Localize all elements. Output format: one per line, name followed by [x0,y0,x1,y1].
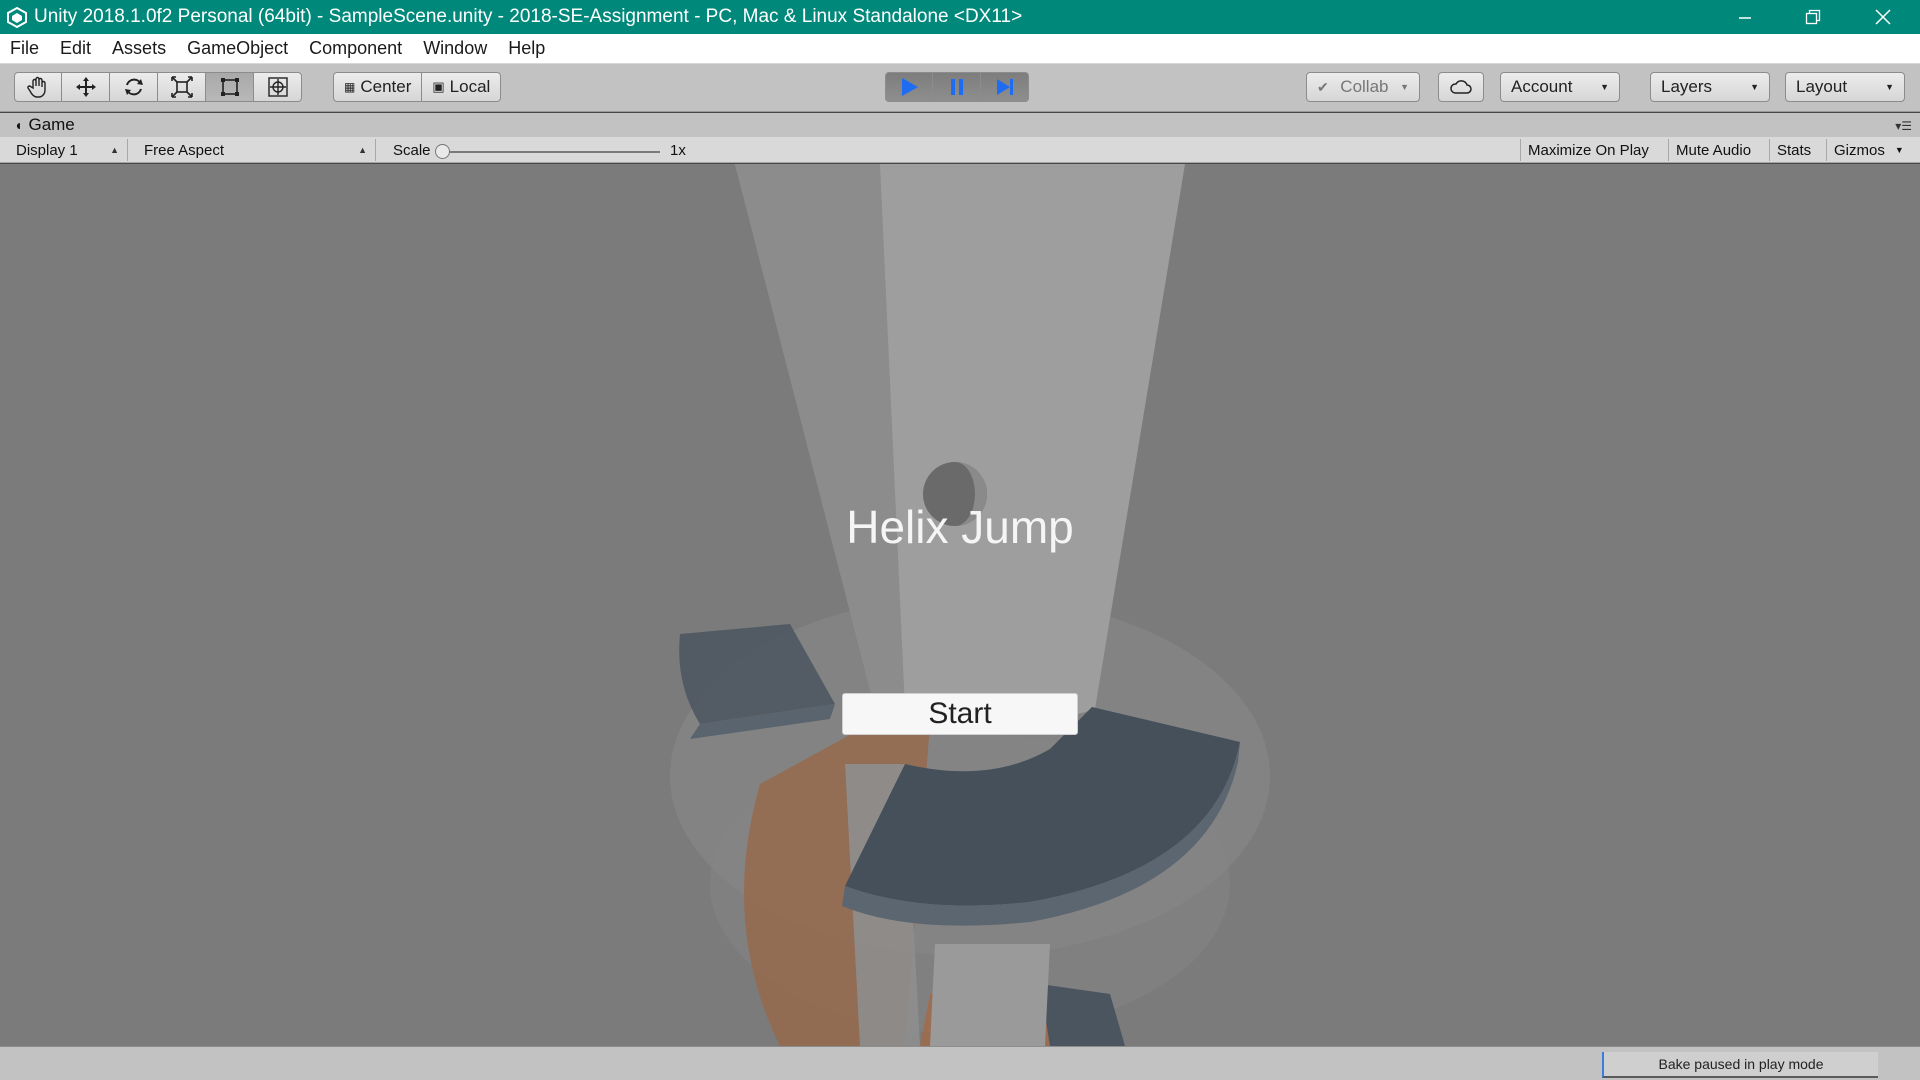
restore-button[interactable] [1778,0,1848,34]
layout-group: Layout ▼ [1785,72,1905,102]
minimize-icon [1739,17,1751,19]
aspect-dropdown[interactable]: Free Aspect ▲ [136,139,376,161]
chevron-down-icon: ▼ [1885,82,1894,92]
rect-tool-button[interactable] [206,72,254,102]
game-tab-bar: ◖ Game ▾☰ [0,113,1920,137]
stats-toggle[interactable]: Stats [1769,139,1818,161]
main-toolbar: ▦ Center ▣ Local ✔ Collab ▼ Account ▼ La… [0,64,1920,112]
menu-window[interactable]: Window [423,38,487,59]
collab-check-icon: ✔ [1317,78,1329,95]
play-controls [885,72,1029,102]
scale-tool-button[interactable] [158,72,206,102]
cloud-group [1438,72,1484,102]
pivot-local-label: Local [449,77,491,96]
collab-group: ✔ Collab ▼ [1306,72,1420,102]
scale-value: 1x [670,141,686,159]
status-bar: Bake paused in play mode [0,1046,1920,1080]
close-button[interactable] [1848,0,1918,34]
window-title: Unity 2018.1.0f2 Personal (64bit) - Samp… [34,6,1023,27]
layers-dropdown[interactable]: Layers ▼ [1650,72,1770,102]
menu-component[interactable]: Component [309,38,402,59]
aspect-label: Free Aspect [144,141,225,159]
display-dropdown[interactable]: Display 1 ▲ [8,139,128,161]
helix-tower-scene [670,164,1270,1046]
cloud-icon [1450,80,1472,94]
tower-pillar-lower [930,944,1050,1046]
layout-dropdown[interactable]: Layout ▼ [1785,72,1905,102]
pause-icon [950,79,963,95]
pause-button[interactable] [933,72,981,102]
hand-tool-icon [27,76,46,98]
display-label: Display 1 [16,141,78,159]
play-icon [902,78,918,96]
cloud-button[interactable] [1438,72,1484,102]
rect-tool-icon [220,78,239,96]
menu-assets[interactable]: Assets [112,38,166,59]
tab-game[interactable]: ◖ Game [0,113,96,137]
game-title: Helix Jump [846,501,1074,553]
rotate-tool-icon [124,78,143,96]
pacman-game-icon: ◖ [14,117,23,133]
account-dropdown[interactable]: Account ▼ [1500,72,1620,102]
mute-audio-toggle[interactable]: Mute Audio [1668,139,1758,161]
gizmos-dropdown[interactable]: Gizmos ▼ [1826,139,1911,161]
up-down-arrows-icon: ▲ [110,145,119,155]
play-button[interactable] [885,72,933,102]
collab-dropdown[interactable]: ✔ Collab ▼ [1306,72,1420,102]
transform-tool-icon [267,77,288,97]
maximize-on-play-toggle[interactable]: Maximize On Play [1520,139,1656,161]
layers-label: Layers [1661,77,1713,96]
menu-gameobject[interactable]: GameObject [187,38,288,59]
mute-audio-label: Mute Audio [1676,141,1752,159]
maximize-on-play-label: Maximize On Play [1528,141,1649,159]
transform-tool-button[interactable] [254,72,302,102]
layers-group: Layers ▼ [1650,72,1770,102]
step-button[interactable] [981,72,1029,102]
pivot-center-label: Center [360,77,412,96]
close-icon [1875,9,1891,25]
unity-logo-icon [7,6,27,28]
pivot-icon: ▦ [344,80,356,94]
game-viewport[interactable]: Helix Jump Start [0,164,1920,1046]
transform-tools [14,72,302,102]
tab-menu-icon[interactable]: ▾☰ [1895,119,1912,133]
pivot-local-button[interactable]: ▣ Local [422,72,502,102]
move-tool-button[interactable] [62,72,110,102]
collab-label: Collab [1340,77,1389,96]
chevron-down-icon: ▼ [1750,82,1759,92]
menu-help[interactable]: Help [508,38,545,59]
local-cube-icon: ▣ [432,79,445,94]
step-icon [996,79,1013,95]
game-view-toolbar: Display 1 ▲ Free Aspect ▲ Scale 1x Maxim… [0,137,1920,163]
scale-label: Scale [393,141,431,159]
pivot-center-button[interactable]: ▦ Center [333,72,423,102]
move-tool-icon [75,77,96,97]
rotate-tool-button[interactable] [110,72,158,102]
layout-label: Layout [1796,77,1848,96]
menu-edit[interactable]: Edit [60,38,91,59]
scale-tool-icon [170,76,193,98]
hand-tool-button[interactable] [14,72,62,102]
scale-slider-thumb[interactable] [435,144,450,159]
up-down-arrows-icon: ▲ [358,145,367,155]
pivot-controls: ▦ Center ▣ Local [333,72,502,102]
start-button[interactable]: Start [842,693,1078,735]
chevron-down-icon: ▼ [1600,82,1609,92]
menu-file[interactable]: File [10,38,39,59]
chevron-down-icon: ▼ [1894,145,1904,155]
gizmos-label: Gizmos [1834,141,1885,159]
menu-bar: File Edit Assets GameObject Component Wi… [0,34,1920,64]
chevron-down-icon: ▼ [1400,82,1409,92]
minimize-button[interactable] [1710,0,1780,34]
stats-label: Stats [1777,141,1812,159]
restore-icon [1805,9,1821,25]
scale-slider-track[interactable] [438,151,660,153]
account-label: Account [1511,77,1573,96]
account-group: Account ▼ [1500,72,1620,102]
bake-status: Bake paused in play mode [1602,1052,1878,1078]
tab-game-label: Game [28,115,75,134]
window-title-bar[interactable]: Unity 2018.1.0f2 Personal (64bit) - Samp… [0,0,1920,34]
